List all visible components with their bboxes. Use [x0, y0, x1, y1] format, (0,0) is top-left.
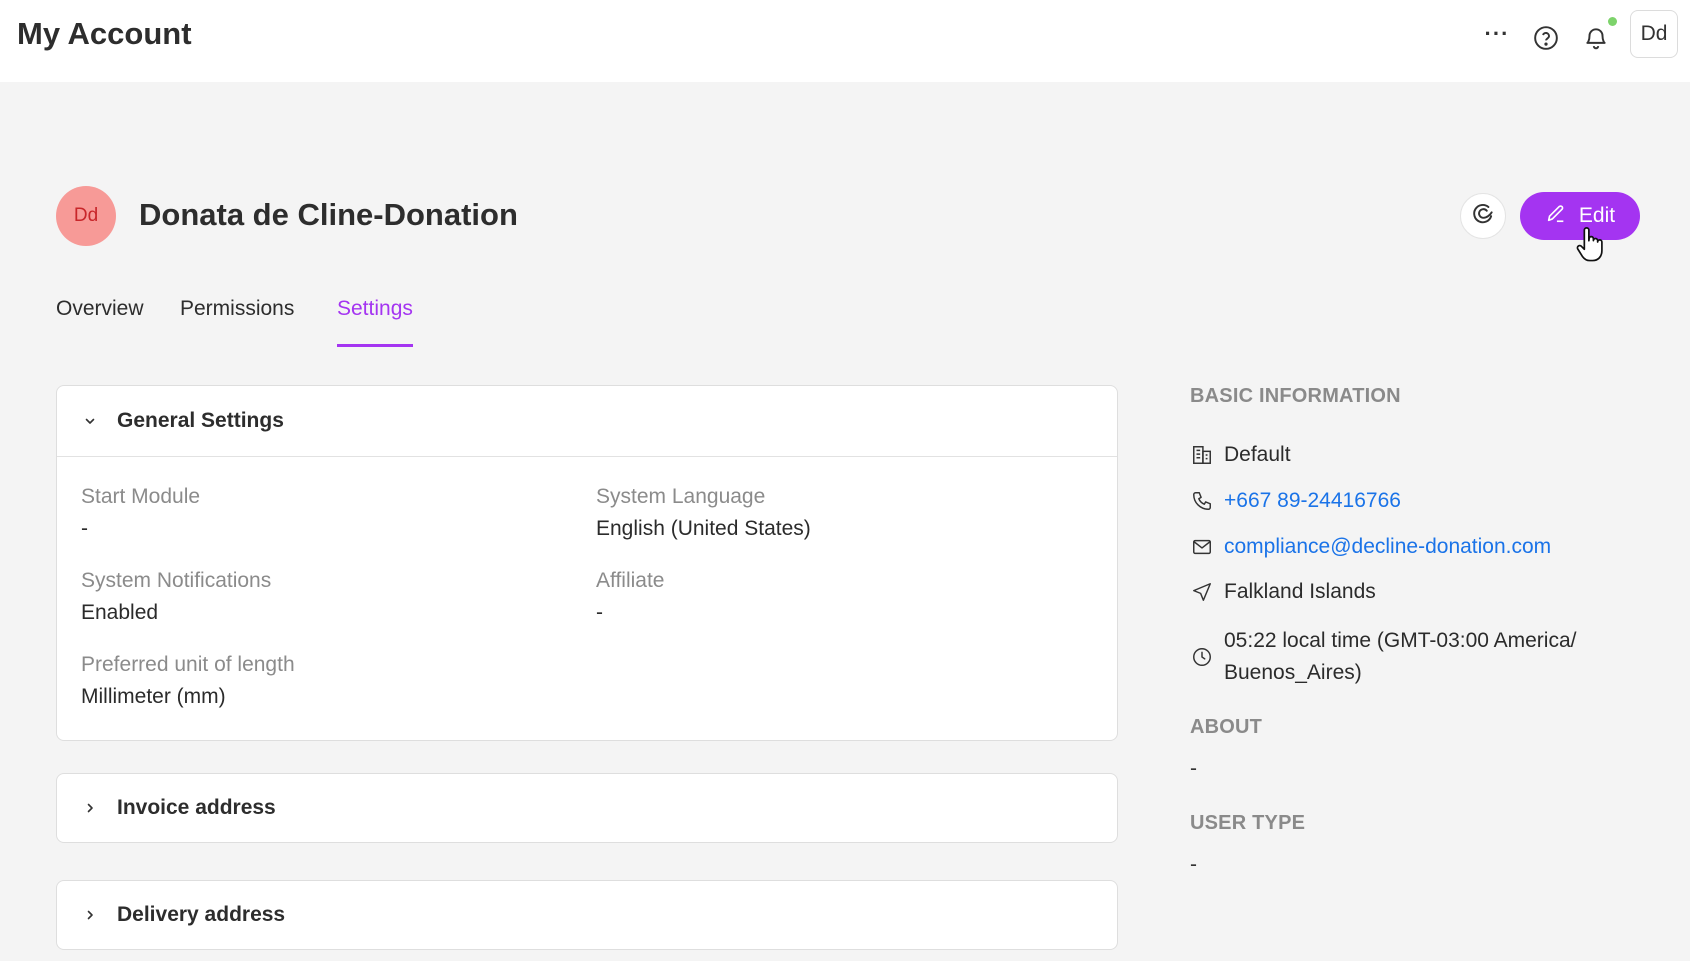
invoice-address-header[interactable]: Invoice address: [57, 774, 1117, 842]
delivery-address-header[interactable]: Delivery address: [57, 881, 1117, 949]
active-tab-indicator: [337, 344, 413, 347]
system-notifications-value: Enabled: [81, 601, 159, 624]
phone-link[interactable]: +667 89-24416766: [1224, 489, 1401, 513]
delivery-address-panel: Delivery address: [56, 880, 1118, 950]
chevron-right-icon: [83, 801, 97, 815]
local-time-row: 05:22 local time (GMT-03:00 America/ Bue…: [1190, 625, 1576, 689]
about-value: -: [1190, 757, 1197, 780]
unit-of-length-field: Preferred unit of length Millimeter (mm): [81, 653, 295, 709]
unit-of-length-label: Preferred unit of length: [81, 653, 295, 676]
chevron-right-icon: [83, 908, 97, 922]
user-type-heading: USER TYPE: [1190, 812, 1306, 834]
clock-icon: [1190, 645, 1214, 669]
invoice-address-panel: Invoice address: [56, 773, 1118, 843]
phone-icon: [1190, 489, 1214, 513]
swirl-link-icon: [1470, 201, 1496, 232]
start-module-field: Start Module -: [81, 485, 200, 541]
local-time-value: 05:22 local time (GMT-03:00 America/ Bue…: [1224, 625, 1576, 689]
start-module-value: -: [81, 517, 88, 540]
system-language-label: System Language: [596, 485, 766, 508]
hand-cursor-icon: [1573, 225, 1607, 270]
about-heading: ABOUT: [1190, 716, 1263, 738]
tab-permissions[interactable]: Permissions: [180, 297, 294, 347]
phone-row: +667 89-24416766: [1190, 489, 1401, 513]
workspace-value: Default: [1224, 443, 1291, 466]
system-notifications-label: System Notifications: [81, 569, 272, 592]
unit-of-length-value: Millimeter (mm): [81, 685, 226, 708]
affiliate-label: Affiliate: [596, 569, 665, 592]
profile-avatar: Dd: [56, 186, 116, 246]
general-settings-body: Start Module - System Language English (…: [57, 456, 1117, 740]
workspace-row: Default: [1190, 443, 1291, 467]
user-type-value: -: [1190, 853, 1197, 876]
tab-overview[interactable]: Overview: [56, 297, 144, 347]
tab-settings-label: Settings: [337, 297, 413, 320]
top-bar: My Account ··· Dd: [0, 0, 1690, 82]
more-options-icon[interactable]: ···: [1479, 16, 1515, 52]
profile-name: Donata de Cline-Donation: [139, 197, 518, 232]
email-row: compliance@decline-donation.com: [1190, 535, 1551, 559]
tab-settings[interactable]: Settings: [337, 297, 413, 347]
chevron-down-icon: [83, 414, 97, 428]
notifications-bell-icon[interactable]: [1578, 20, 1614, 56]
general-settings-header[interactable]: General Settings: [57, 386, 1117, 456]
system-notifications-field: System Notifications Enabled: [81, 569, 271, 625]
building-icon: [1190, 443, 1214, 467]
page-title: My Account: [17, 16, 192, 51]
notification-badge-dot: [1608, 17, 1617, 26]
invoice-address-title: Invoice address: [117, 796, 276, 819]
general-settings-title: General Settings: [117, 409, 284, 432]
pencil-icon: [1545, 202, 1567, 230]
affiliate-field: Affiliate -: [596, 569, 665, 625]
basic-information-heading: BASIC INFORMATION: [1190, 385, 1401, 407]
delivery-address-title: Delivery address: [117, 903, 286, 926]
location-arrow-icon: [1190, 580, 1214, 604]
local-time-line-2: Buenos_Aires): [1224, 661, 1362, 684]
user-avatar-button[interactable]: Dd: [1630, 10, 1678, 58]
general-settings-panel: General Settings Start Module - System L…: [56, 385, 1118, 741]
email-link[interactable]: compliance@decline-donation.com: [1224, 535, 1551, 559]
help-icon[interactable]: [1528, 20, 1564, 56]
integration-link-button[interactable]: [1460, 193, 1506, 239]
location-row: Falkland Islands: [1190, 580, 1376, 604]
system-language-value: English (United States): [596, 517, 811, 540]
location-value: Falkland Islands: [1224, 580, 1376, 603]
mail-icon: [1190, 535, 1214, 559]
start-module-label: Start Module: [81, 485, 201, 508]
affiliate-value: -: [596, 601, 603, 624]
system-language-field: System Language English (United States): [596, 485, 811, 541]
local-time-line-1: 05:22 local time (GMT-03:00 America/: [1224, 629, 1577, 652]
